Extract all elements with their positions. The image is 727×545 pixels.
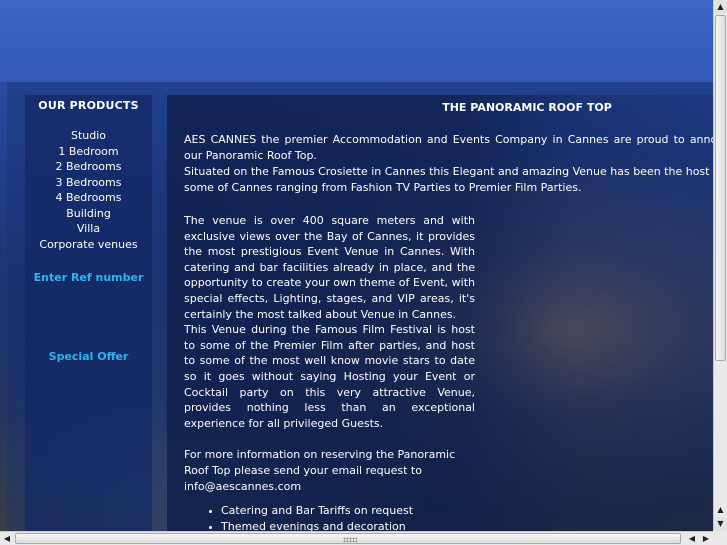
sidebar-item-studio[interactable]: Studio [25, 128, 152, 144]
arrow-up-icon[interactable]: ▲ [714, 503, 727, 517]
venue-paragraph: The venue is over 400 square meters and … [184, 214, 475, 321]
arrow-up-icon[interactable]: ▲ [714, 0, 727, 14]
product-list: Studio 1 Bedroom 2 Bedrooms 3 Bedrooms 4… [25, 128, 152, 252]
body-column: The venue is over 400 square meters and … [184, 213, 475, 531]
arrow-down-icon[interactable]: ▼ [714, 517, 727, 531]
sidebar-item-4-bedrooms[interactable]: 4 Bedrooms [25, 190, 152, 206]
list-item: Themed evenings and decoration requireme… [221, 519, 475, 531]
vertical-scroll-thumb[interactable] [715, 15, 726, 361]
features-list: Catering and Bar Tariffs on request Them… [184, 503, 475, 531]
grip-icon [343, 537, 357, 542]
sidebar-item-2-bedrooms[interactable]: 2 Bedrooms [25, 159, 152, 175]
arrow-left-icon[interactable]: ◀ [0, 532, 14, 545]
intro-paragraph-1: AES CANNES the premier Accommodation and… [184, 133, 713, 162]
intro-paragraph-2: Situated on the Famous Crosiette in Cann… [184, 165, 713, 194]
sidebar-item-villa[interactable]: Villa [25, 221, 152, 237]
horizontal-scrollbar[interactable]: ◀ ◀ ▶ [0, 531, 713, 545]
page-title: THE PANORAMIC ROOF TOP [442, 101, 612, 114]
sidebar-heading: OUR PRODUCTS [38, 99, 139, 112]
contact-paragraph: For more information on reserving the Pa… [184, 448, 456, 493]
main-content: THE PANORAMIC ROOF TOP AES CANNES the pr… [167, 95, 713, 531]
enter-ref-number-link[interactable]: Enter Ref number [25, 271, 152, 284]
scrollbar-corner [713, 531, 727, 545]
vertical-scrollbar[interactable]: ▲ ▲ ▼ [713, 0, 727, 531]
intro-text: AES CANNES the premier Accommodation and… [184, 132, 713, 196]
page-viewport: OUR PRODUCTS Studio 1 Bedroom 2 Bedrooms… [0, 0, 713, 531]
list-item: Catering and Bar Tariffs on request [221, 503, 475, 519]
sky-background [0, 0, 713, 82]
sidebar-item-1-bedroom[interactable]: 1 Bedroom [25, 144, 152, 160]
horizontal-scroll-thumb[interactable] [15, 533, 681, 544]
sidebar-item-corporate-venues[interactable]: Corporate venues [25, 237, 152, 253]
film-festival-paragraph: This Venue during the Famous Film Festiv… [184, 323, 475, 430]
arrow-right-icon[interactable]: ▶ [699, 532, 713, 545]
arrow-left-icon[interactable]: ◀ [685, 532, 699, 545]
products-sidebar: OUR PRODUCTS Studio 1 Bedroom 2 Bedrooms… [25, 95, 152, 531]
special-offer-link[interactable]: Special Offer [25, 350, 152, 363]
sidebar-item-3-bedrooms[interactable]: 3 Bedrooms [25, 175, 152, 191]
sidebar-item-building[interactable]: Building [25, 206, 152, 222]
